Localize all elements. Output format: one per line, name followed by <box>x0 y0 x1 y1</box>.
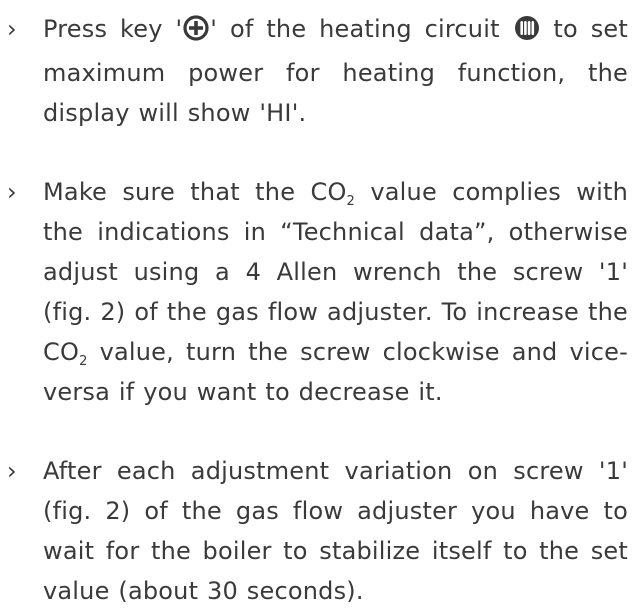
item2-text-end: value, turn the screw clockwise and vice… <box>43 338 628 406</box>
instruction-item-max-power: › Press key ' ' of the heating circuit to… <box>0 9 634 133</box>
item2-text-start: Make sure that the CO <box>43 178 347 206</box>
instruction-item-co2-check: › Make sure that the CO2 value complies … <box>0 172 634 412</box>
item1-text-middle: of the heating circuit <box>217 15 513 43</box>
item1-text-start: Press key <box>43 15 176 43</box>
instruction-list: › Press key ' ' of the heating circuit to… <box>0 0 634 611</box>
co2-subscript: 2 <box>346 194 356 209</box>
plus-circle-icon <box>183 13 209 53</box>
quote-open: ' <box>175 15 183 43</box>
instruction-item-stabilize: › After each adjustment variation on scr… <box>0 451 634 611</box>
radiator-icon <box>514 13 540 53</box>
bullet-icon: › <box>7 457 17 485</box>
bullet-icon: › <box>7 178 17 206</box>
co2-subscript: 2 <box>79 354 88 369</box>
bullet-icon: › <box>7 15 17 43</box>
item3-text: After each adjustment variation on screw… <box>43 457 628 605</box>
